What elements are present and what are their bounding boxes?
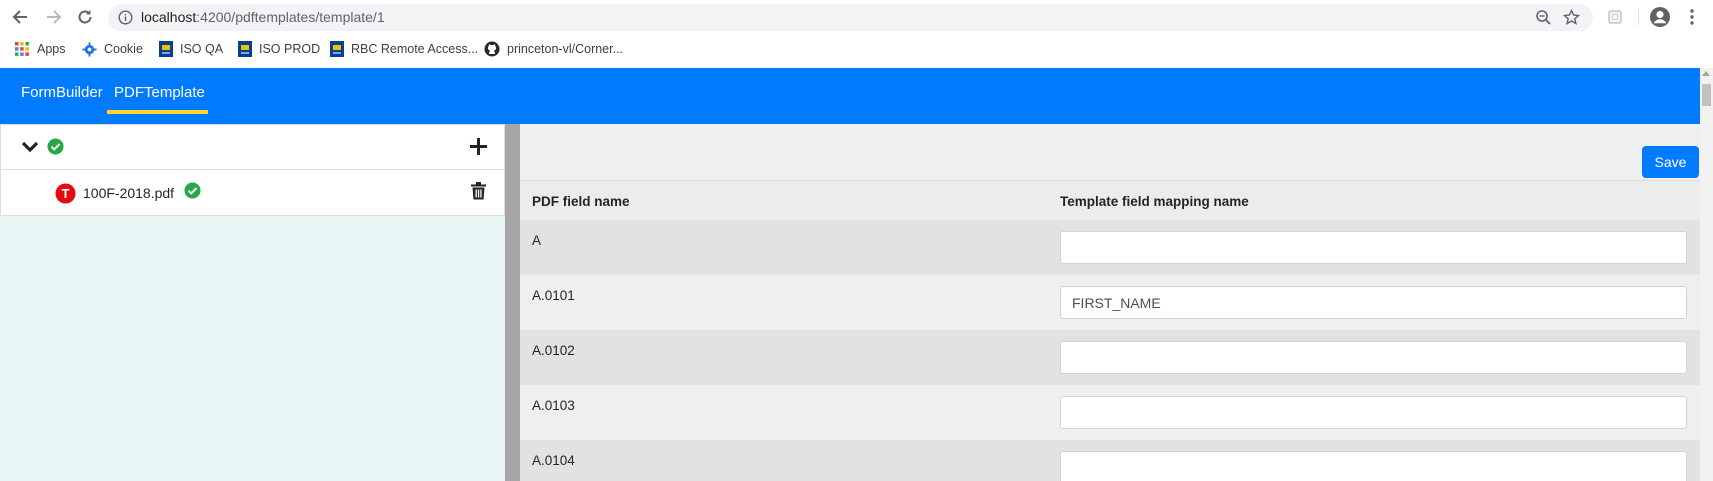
mapping-name-input[interactable] — [1060, 341, 1687, 374]
apps-grid-icon — [15, 42, 29, 56]
bookmark-github[interactable]: princeton-vl/Corner... — [484, 40, 623, 58]
pdf-field-name: A.0101 — [532, 288, 575, 303]
url-path: :4200/pdftemplates/template/1 — [196, 9, 385, 25]
github-icon — [484, 41, 500, 57]
table-header: PDF field name Template field mapping na… — [520, 180, 1700, 220]
bookmark-label: Cookie — [104, 42, 143, 56]
bookmark-label: ISO PROD — [259, 42, 321, 56]
mapping-name-input[interactable] — [1060, 286, 1687, 319]
badge-letter: T — [62, 186, 70, 201]
bookmark-label: RBC Remote Access... — [351, 42, 479, 56]
plus-icon[interactable] — [470, 138, 487, 160]
back-icon[interactable] — [8, 5, 32, 29]
address-bar[interactable]: localhost:4200/pdftemplates/template/1 — [108, 4, 1593, 31]
table-row: A.0102 — [520, 330, 1700, 385]
bank-icon — [159, 41, 173, 57]
info-icon[interactable] — [118, 10, 133, 25]
mapping-name-input[interactable] — [1060, 451, 1687, 481]
menu-icon[interactable] — [1680, 5, 1704, 29]
bank-icon — [330, 41, 344, 57]
extension-icon[interactable] — [1603, 5, 1627, 29]
table-row: A.0103 — [520, 385, 1700, 440]
template-badge: T — [55, 183, 76, 209]
bookmark-iso-prod[interactable]: ISO PROD — [238, 40, 320, 58]
trash-icon[interactable] — [471, 182, 486, 205]
bookmark-cookie[interactable]: Cookie — [82, 40, 143, 58]
pdf-field-name: A.0102 — [532, 343, 575, 358]
url-text: localhost:4200/pdftemplates/template/1 — [141, 9, 385, 25]
scroll-thumb[interactable] — [1702, 84, 1711, 106]
pdf-field-name: A.0103 — [532, 398, 575, 413]
table-row: A.0104 — [520, 440, 1700, 481]
profile-icon[interactable] — [1648, 5, 1672, 29]
mapping-table: A A.0101 A.0102 A.0103 A.0104 — [520, 220, 1700, 481]
mapping-name-input[interactable] — [1060, 396, 1687, 429]
file-name[interactable]: 100F-2018.pdf — [83, 185, 174, 201]
star-icon[interactable] — [1562, 8, 1581, 26]
toolbar-divider — [1638, 9, 1639, 25]
forward-icon[interactable] — [42, 5, 66, 29]
bookmark-label: ISO QA — [180, 42, 224, 56]
bank-icon — [238, 41, 252, 57]
bookmark-label: Apps — [37, 42, 66, 56]
app-header: FormBuilder PDFTemplate — [0, 68, 1700, 124]
column-header-template-field: Template field mapping name — [1060, 194, 1249, 209]
bookmark-label: princeton-vl/Corner... — [507, 42, 624, 56]
field-mapping-panel: Save PDF field name Template field mappi… — [520, 124, 1700, 481]
browser-toolbar: localhost:4200/pdftemplates/template/1 — [0, 0, 1713, 33]
panel-splitter[interactable] — [505, 124, 520, 481]
bookmarks-bar: Apps Cookie ISO QA ISO PROD RBC Remote A… — [0, 33, 1713, 66]
scroll-up-arrow[interactable] — [1702, 71, 1710, 76]
table-row: A — [520, 220, 1700, 275]
url-host: localhost — [141, 9, 197, 25]
table-row: A.0101 — [520, 275, 1700, 330]
active-tab-indicator — [107, 110, 208, 114]
column-header-pdf-field: PDF field name — [532, 194, 630, 209]
tab-pdftemplate[interactable]: PDFTemplate — [114, 84, 205, 101]
gear-icon — [82, 41, 97, 57]
tab-formbuilder[interactable]: FormBuilder — [21, 84, 103, 101]
mapping-name-input[interactable] — [1060, 231, 1687, 264]
reload-icon[interactable] — [73, 5, 97, 29]
save-button[interactable]: Save — [1642, 146, 1699, 178]
pdf-field-name: A — [532, 233, 542, 248]
tree-file-node[interactable]: T 100F-2018.pdf — [0, 170, 505, 216]
check-circle-icon — [47, 138, 64, 160]
page-scrollbar[interactable] — [1700, 68, 1713, 481]
bookmark-rbc[interactable]: RBC Remote Access... — [330, 40, 478, 58]
bookmark-apps[interactable]: Apps — [14, 40, 66, 58]
chevron-down-icon[interactable] — [21, 140, 39, 159]
bookmark-iso-qa[interactable]: ISO QA — [159, 40, 223, 58]
template-tree-panel: T 100F-2018.pdf — [0, 124, 505, 481]
check-circle-icon — [184, 182, 201, 204]
pdf-field-name: A.0104 — [532, 453, 575, 468]
zoom-icon[interactable] — [1535, 9, 1552, 26]
tree-root-node[interactable] — [0, 124, 505, 170]
